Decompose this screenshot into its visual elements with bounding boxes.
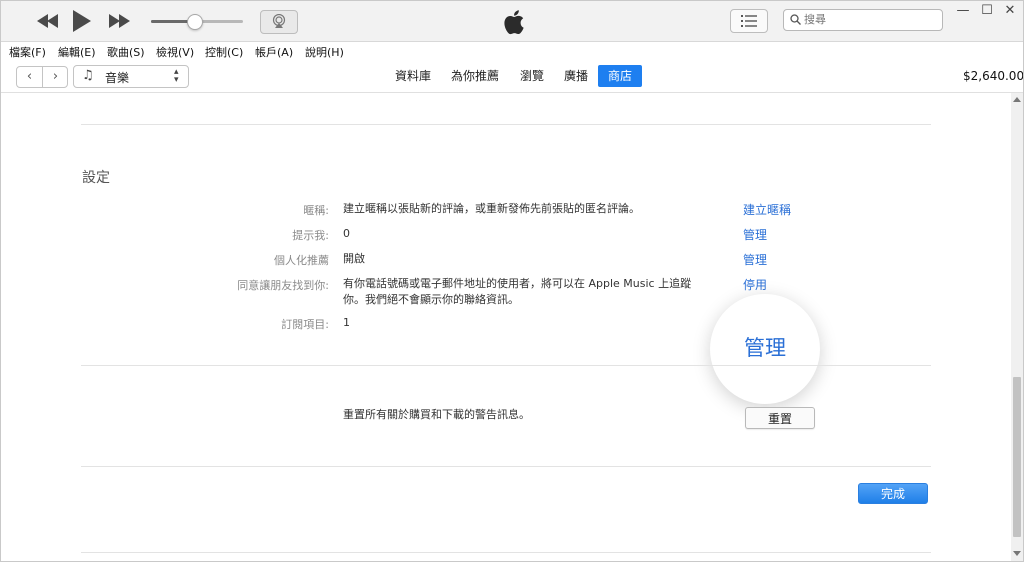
fast-forward-icon[interactable] [109, 14, 131, 28]
up-next-list-button[interactable] [730, 9, 768, 33]
subscriptions-value: 1 [343, 316, 350, 329]
nickname-label: 暱稱: [303, 204, 329, 217]
scroll-thumb[interactable] [1013, 377, 1021, 537]
tab-store[interactable]: 商店 [598, 65, 642, 87]
minimize-button[interactable]: — [953, 3, 973, 18]
scroll-down-icon[interactable] [1013, 551, 1021, 556]
menu-edit[interactable]: 編輯(E) [58, 44, 96, 60]
list-icon [741, 15, 757, 27]
done-button[interactable]: 完成 [858, 483, 928, 504]
manage-alerts-link[interactable]: 管理 [743, 226, 767, 243]
player-toolbar: — ☐ ✕ [1, 1, 1023, 42]
divider [81, 124, 931, 125]
personalized-recommendations-value: 開啟 [343, 252, 365, 265]
manage-subscriptions-link[interactable]: 管理 [710, 332, 820, 362]
search-input[interactable] [804, 11, 934, 27]
reset-button[interactable]: 重置 [745, 407, 815, 429]
find-by-friends-value-line2: 你。我們絕不會顯示你的聯絡資訊。 [343, 293, 519, 306]
alerts-label: 提示我: [292, 229, 329, 242]
divider [81, 552, 931, 553]
divider [81, 466, 931, 467]
menu-song[interactable]: 歌曲(S) [107, 44, 145, 60]
reset-warnings-text: 重置所有關於購買和下載的警告訊息。 [343, 408, 530, 421]
settings-heading: 設定 [82, 170, 110, 186]
tab-radio[interactable]: 廣播 [557, 65, 595, 87]
back-button[interactable]: ‹ [17, 67, 42, 87]
personalized-recommendations-label: 個人化推薦 [274, 254, 329, 267]
tab-library[interactable]: 資料庫 [385, 65, 441, 87]
forward-button[interactable]: › [43, 67, 68, 87]
history-navigation: ‹ › [16, 66, 68, 88]
find-by-friends-label: 同意讓朋友找到你: [237, 279, 329, 292]
create-nickname-link[interactable]: 建立暱稱 [743, 201, 791, 218]
menu-file[interactable]: 檔案(F) [9, 44, 46, 60]
menu-bar: 檔案(F) 編輯(E) 歌曲(S) 檢視(V) 控制(C) 帳戶(A) 說明(H… [1, 42, 1023, 60]
play-icon[interactable] [73, 10, 91, 32]
chevron-updown-icon: ▴ ▾ [174, 67, 179, 85]
media-picker[interactable]: ♫ 音樂 ▴ ▾ [73, 65, 189, 88]
scrollbar[interactable] [1011, 93, 1023, 561]
menu-view[interactable]: 檢視(V) [156, 44, 194, 60]
menu-controls[interactable]: 控制(C) [205, 44, 243, 60]
media-picker-label: 音樂 [105, 71, 130, 85]
manage-recommendations-link[interactable]: 管理 [743, 251, 767, 268]
alerts-value: 0 [343, 227, 350, 240]
search-box[interactable] [783, 9, 943, 31]
tab-browse[interactable]: 瀏覽 [513, 65, 551, 87]
subscriptions-label: 訂閱項目: [281, 318, 329, 331]
tab-for-you[interactable]: 為你推薦 [443, 65, 507, 87]
close-button[interactable]: ✕ [1000, 3, 1020, 18]
menu-account[interactable]: 帳戶(A) [255, 44, 293, 60]
airplay-button[interactable] [260, 10, 298, 34]
menu-help[interactable]: 說明(H) [305, 44, 344, 60]
divider [81, 365, 931, 366]
music-note-icon: ♫ [82, 68, 94, 83]
scroll-up-icon[interactable] [1013, 97, 1021, 102]
account-balance: $2,640.00 [963, 69, 1024, 83]
airplay-icon [272, 14, 286, 28]
apple-logo-icon [504, 10, 524, 35]
rewind-icon[interactable] [37, 14, 59, 28]
find-by-friends-value-line1: 有你電話號碼或電子郵件地址的使用者，將可以在 Apple Music 上追蹤 [343, 277, 692, 290]
volume-knob[interactable] [187, 14, 204, 30]
itunes-window: — ☐ ✕ 檔案(F) 編輯(E) 歌曲(S) 檢視(V) 控制(C) 帳戶(A… [0, 0, 1024, 562]
disable-find-link[interactable]: 停用 [743, 276, 767, 293]
search-icon [790, 14, 801, 25]
manage-subscriptions-magnified[interactable]: 管理 [710, 294, 820, 404]
maximize-button[interactable]: ☐ [977, 3, 997, 18]
nav-bar: ‹ › ♫ 音樂 ▴ ▾ [1, 60, 1023, 93]
nickname-value: 建立暱稱以張貼新的評論，或重新發佈先前張貼的匿名評論。 [343, 202, 640, 215]
